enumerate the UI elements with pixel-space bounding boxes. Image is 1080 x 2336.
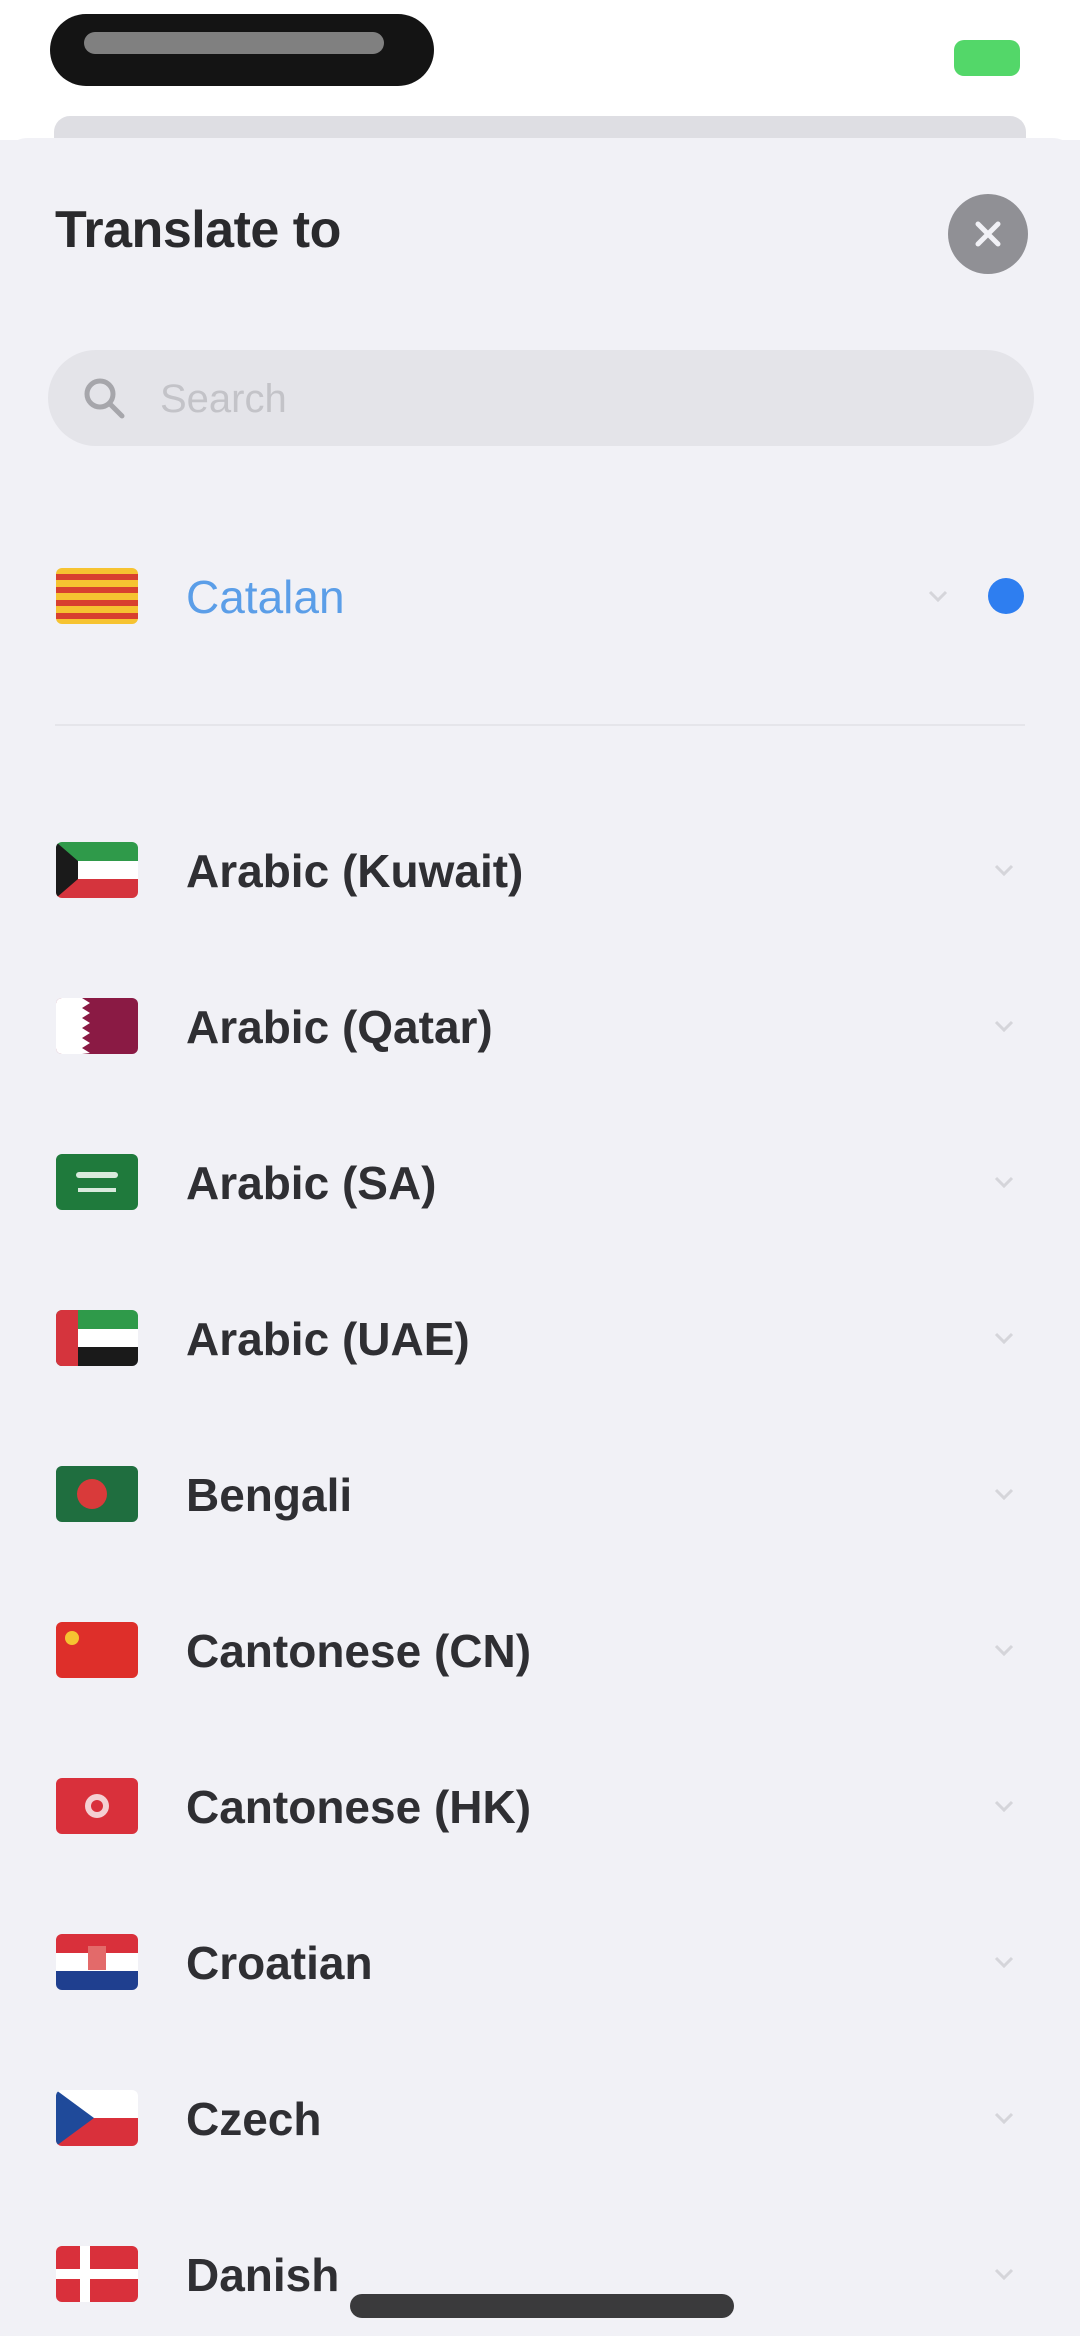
chevron-down-icon xyxy=(994,1956,1014,1969)
flag-uae-icon xyxy=(56,1310,138,1366)
status-pill-content xyxy=(84,32,384,54)
flag-croatia-icon xyxy=(56,1934,138,1990)
flag-hong-kong-icon xyxy=(56,1778,138,1834)
flag-bangladesh-icon xyxy=(56,1466,138,1522)
language-row-cantonese-cn[interactable]: Cantonese (CN) xyxy=(0,1592,1080,1712)
language-row-arabic-sa[interactable]: Arabic (SA) xyxy=(0,1124,1080,1244)
search-icon xyxy=(84,378,125,419)
language-label: Danish xyxy=(186,2249,340,2301)
chevron-down-icon xyxy=(994,1800,1014,1813)
home-indicator[interactable] xyxy=(350,2294,734,2318)
language-label: Cantonese (HK) xyxy=(186,1781,532,1833)
selected-indicator xyxy=(988,578,1024,614)
language-row-czech[interactable]: Czech xyxy=(0,2060,1080,2180)
chevron-down-icon xyxy=(994,864,1014,877)
language-label: Cantonese (CN) xyxy=(186,1625,532,1677)
flag-kuwait-icon xyxy=(56,842,138,898)
language-label: Bengali xyxy=(186,1469,353,1521)
language-row-danish[interactable]: Danish xyxy=(0,2216,1080,2336)
language-label: Arabic (UAE) xyxy=(186,1313,470,1365)
language-row-arabic-uae[interactable]: Arabic (UAE) xyxy=(0,1280,1080,1400)
search-input[interactable] xyxy=(158,350,1002,448)
status-pill xyxy=(50,14,434,86)
flag-qatar-icon xyxy=(56,998,138,1054)
chevron-down-icon xyxy=(928,590,948,603)
chevron-down-icon xyxy=(994,1644,1014,1657)
language-row-bengali[interactable]: Bengali xyxy=(0,1436,1080,1556)
selected-language-label: Catalan xyxy=(186,571,345,623)
chevron-down-icon xyxy=(994,1020,1014,1033)
close-icon xyxy=(975,221,1001,247)
flag-catalan-icon xyxy=(56,568,138,624)
language-label: Croatian xyxy=(186,1937,373,1989)
language-label: Arabic (Kuwait) xyxy=(186,845,524,897)
chevron-down-icon xyxy=(994,1488,1014,1501)
flag-denmark-icon xyxy=(56,2246,138,2302)
chevron-down-icon xyxy=(994,1332,1014,1345)
sheet-title: Translate to xyxy=(55,201,341,259)
flag-china-icon xyxy=(56,1622,138,1678)
close-button[interactable] xyxy=(948,194,1028,274)
battery-icon xyxy=(954,40,1020,76)
language-row-croatian[interactable]: Croatian xyxy=(0,1904,1080,2024)
language-label: Arabic (SA) xyxy=(186,1157,437,1209)
flag-czech-icon xyxy=(56,2090,138,2146)
chevron-down-icon xyxy=(994,2268,1014,2281)
chevron-down-icon xyxy=(994,2112,1014,2125)
language-row-arabic-kuwait[interactable]: Arabic (Kuwait) xyxy=(0,812,1080,932)
divider xyxy=(55,724,1025,726)
flag-saudi-arabia-icon xyxy=(56,1154,138,1210)
language-row-cantonese-hk[interactable]: Cantonese (HK) xyxy=(0,1748,1080,1868)
language-label: Arabic (Qatar) xyxy=(186,1001,493,1053)
language-label: Czech xyxy=(186,2093,322,2145)
selected-language-row[interactable]: Catalan xyxy=(0,538,1080,658)
language-row-arabic-qatar[interactable]: Arabic (Qatar) xyxy=(0,968,1080,1088)
search-bar[interactable] xyxy=(48,350,1034,448)
chevron-down-icon xyxy=(994,1176,1014,1189)
